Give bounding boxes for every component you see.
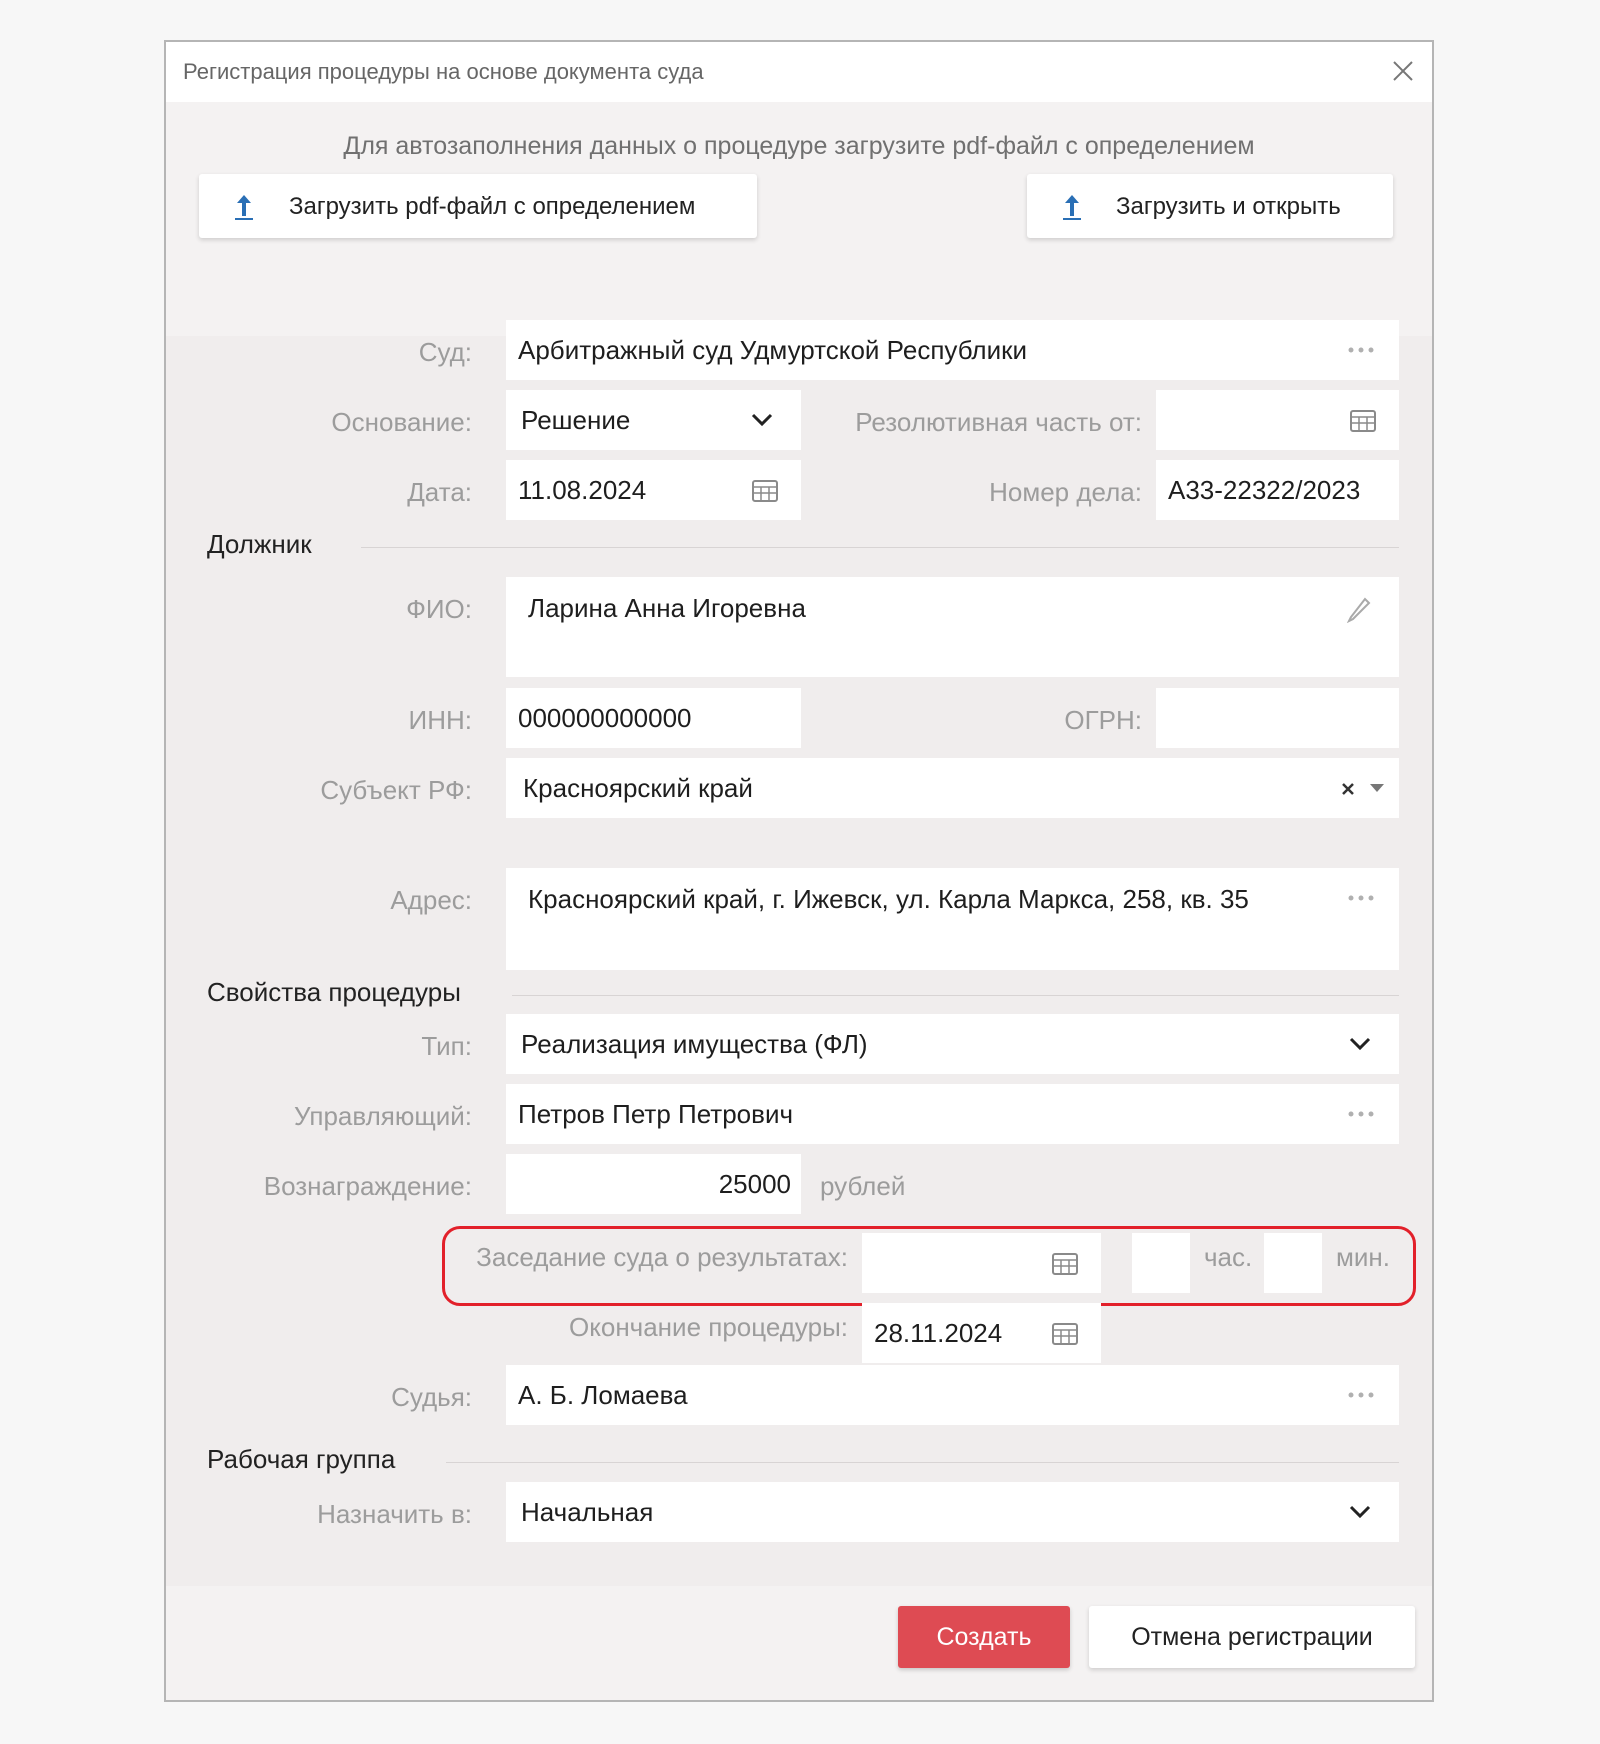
court-field[interactable]: Арбитражный суд Удмуртской Республики [506, 320, 1399, 380]
upload-icon [235, 195, 253, 220]
hours-field[interactable] [1132, 1233, 1190, 1293]
type-label: Тип: [421, 1031, 472, 1061]
dialog-titlebar: Регистрация процедуры на основе документ… [166, 42, 1432, 102]
registration-dialog: Регистрация процедуры на основе документ… [164, 40, 1434, 1702]
manager-value: Петров Петр Петрович [518, 1099, 794, 1129]
chevron-down-icon [1349, 1505, 1371, 1519]
case-number-label: Номер дела: [989, 477, 1142, 507]
fee-field[interactable]: 25000 [506, 1154, 801, 1214]
inn-label: ИНН: [408, 705, 472, 735]
hearing-date-field[interactable] [862, 1233, 1101, 1293]
court-label: Суд: [418, 337, 472, 367]
create-button[interactable]: Создать [898, 1606, 1070, 1668]
end-label: Окончание процедуры: [568, 1312, 848, 1342]
calendar-icon[interactable] [1051, 1321, 1079, 1347]
address-field[interactable]: Красноярский край, г. Ижевск, ул. Карла … [506, 868, 1399, 970]
judge-value: А. Б. Ломаева [518, 1380, 688, 1410]
minutes-unit: мин. [1336, 1242, 1390, 1272]
debtor-section-title: Должник [207, 529, 312, 559]
procedure-section-title: Свойства процедуры [207, 977, 461, 1007]
more-icon[interactable] [1347, 340, 1375, 360]
upload-hint: Для автозаполнения данных о процедуре за… [343, 132, 1255, 160]
debtor-divider [361, 547, 1399, 548]
clear-icon[interactable] [1341, 782, 1355, 796]
assign-value: Начальная [521, 1497, 654, 1527]
fee-label: Вознаграждение: [263, 1171, 472, 1201]
region-label: Субъект РФ: [320, 775, 472, 805]
calendar-icon[interactable] [1051, 1251, 1079, 1277]
resolution-date-field[interactable] [1156, 390, 1399, 450]
case-number-value: А33-22322/2023 [1168, 475, 1361, 505]
calendar-icon[interactable] [1349, 408, 1377, 434]
calendar-icon[interactable] [751, 478, 779, 504]
upload-open-button[interactable]: Загрузить и открыть [1027, 174, 1393, 238]
more-icon[interactable] [1347, 888, 1375, 908]
dialog-footer: Создать Отмена регистрации [166, 1586, 1432, 1700]
upload-pdf-label: Загрузить pdf-файл с определением [289, 193, 696, 220]
address-label: Адрес: [390, 885, 472, 915]
address-value: Красноярский край, г. Ижевск, ул. Карла … [528, 884, 1249, 914]
type-value: Реализация имущества (ФЛ) [521, 1029, 868, 1059]
case-number-field[interactable]: А33-22322/2023 [1156, 460, 1399, 520]
dropdown-arrow-icon[interactable] [1369, 783, 1385, 793]
more-icon[interactable] [1347, 1385, 1375, 1405]
region-select[interactable]: Красноярский край [506, 758, 1399, 818]
basis-select[interactable]: Решение [506, 390, 801, 450]
region-value: Красноярский край [523, 773, 753, 803]
assign-select[interactable]: Начальная [506, 1482, 1399, 1542]
hearing-label: Заседание суда о результатах: [476, 1242, 848, 1272]
type-select[interactable]: Реализация имущества (ФЛ) [506, 1014, 1399, 1074]
fee-value: 25000 [718, 1169, 791, 1199]
procedure-divider [512, 995, 1399, 996]
ogrn-field[interactable] [1156, 688, 1399, 748]
close-icon[interactable] [1388, 56, 1418, 86]
resolution-label: Резолютивная часть от: [855, 407, 1142, 437]
upload-pdf-button[interactable]: Загрузить pdf-файл с определением [199, 174, 757, 238]
fee-unit: рублей [820, 1171, 906, 1201]
date-field[interactable]: 11.08.2024 [506, 460, 801, 520]
fio-field[interactable]: Ларина Анна Игоревна [506, 577, 1399, 677]
more-icon[interactable] [1347, 1104, 1375, 1124]
ogrn-label: ОГРН: [1064, 705, 1142, 735]
chevron-down-icon [751, 413, 773, 427]
inn-field[interactable]: 000000000000 [506, 688, 801, 748]
workgroup-divider [446, 1462, 1399, 1463]
fio-label: ФИО: [406, 594, 472, 624]
minutes-field[interactable] [1264, 1233, 1322, 1293]
end-date-value: 28.11.2024 [874, 1318, 1003, 1348]
basis-label: Основание: [331, 407, 472, 437]
upload-icon [1063, 195, 1081, 220]
judge-field[interactable]: А. Б. Ломаева [506, 1365, 1399, 1425]
fio-value: Ларина Анна Игоревна [528, 593, 806, 623]
inn-value: 000000000000 [518, 703, 692, 733]
court-value: Арбитражный суд Удмуртской Республики [518, 335, 1028, 365]
assign-label: Назначить в: [317, 1499, 472, 1529]
dialog-title: Регистрация процедуры на основе документ… [183, 59, 704, 84]
workgroup-section-title: Рабочая группа [207, 1444, 396, 1474]
date-value: 11.08.2024 [518, 475, 647, 505]
judge-label: Судья: [391, 1382, 472, 1412]
hours-unit: час. [1204, 1242, 1253, 1272]
chevron-down-icon [1349, 1037, 1371, 1051]
basis-value: Решение [521, 405, 631, 435]
manager-field[interactable]: Петров Петр Петрович [506, 1084, 1399, 1144]
manager-label: Управляющий: [294, 1101, 472, 1131]
cancel-registration-button[interactable]: Отмена регистрации [1089, 1606, 1415, 1668]
end-date-field[interactable]: 28.11.2024 [862, 1303, 1101, 1363]
pencil-icon[interactable] [1345, 595, 1373, 623]
upload-area: Для автозаполнения данных о процедуре за… [166, 102, 1432, 336]
upload-open-label: Загрузить и открыть [1116, 193, 1341, 220]
date-label: Дата: [407, 477, 472, 507]
